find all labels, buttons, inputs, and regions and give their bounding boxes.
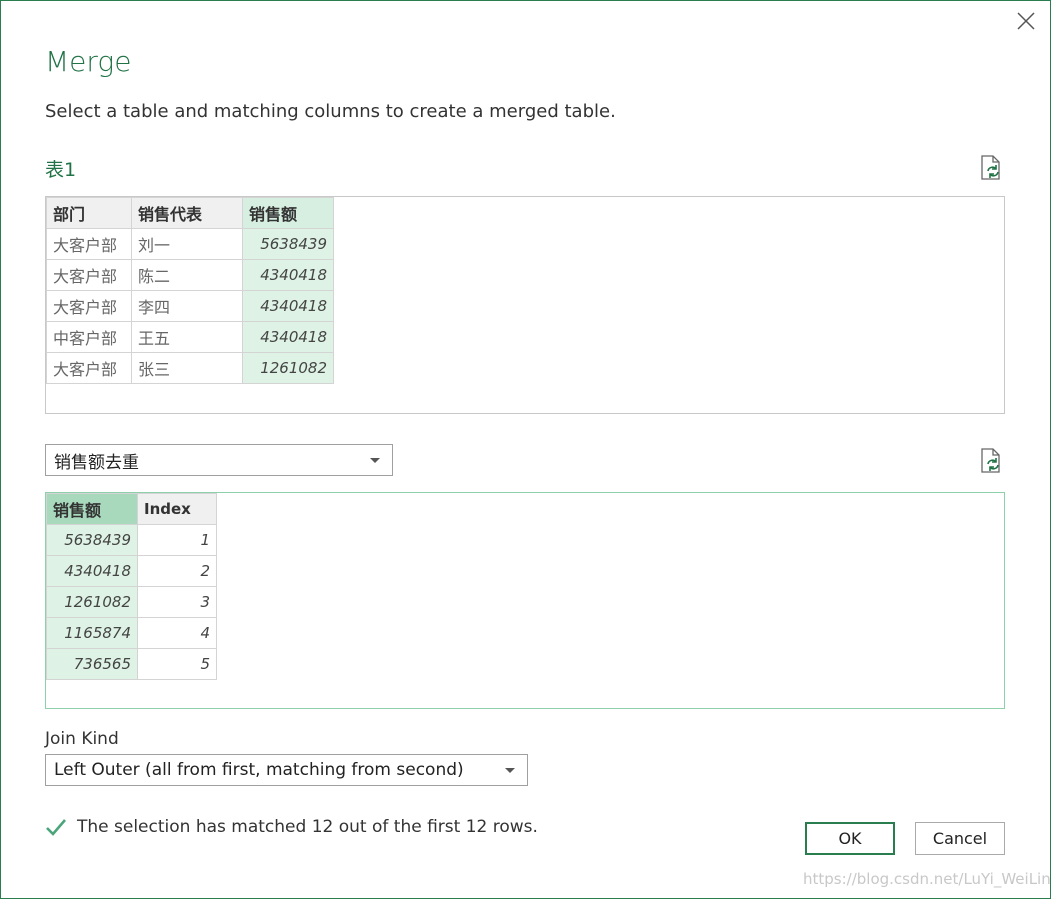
table-cell: 1261082 [242, 352, 334, 384]
table-cell: 大客户部 [46, 290, 132, 322]
column-header-sales-amount[interactable]: 销售额 [46, 493, 138, 525]
table-cell: 1165874 [46, 617, 138, 649]
table-cell: 大客户部 [46, 228, 132, 260]
table-cell: 张三 [131, 352, 243, 384]
table-cell: 4 [137, 617, 217, 649]
refresh-preview-icon[interactable] [979, 155, 1003, 181]
join-kind-select-value: Left Outer (all from first, matching fro… [54, 760, 464, 780]
column-header-department[interactable]: 部门 [46, 197, 132, 229]
table-cell: 736565 [46, 648, 138, 680]
table-cell: 1 [137, 524, 217, 556]
cancel-button[interactable]: Cancel [915, 822, 1005, 855]
table-cell: 陈二 [131, 259, 243, 291]
column-header-sales-rep[interactable]: 销售代表 [131, 197, 243, 229]
table-row: 1165874 4 [46, 617, 217, 649]
table-cell: 刘一 [131, 228, 243, 260]
table-cell: 4340418 [242, 321, 334, 353]
table-row: 中客户部 王五 4340418 [46, 321, 334, 353]
table-cell: 5638439 [242, 228, 334, 260]
dialog-title: Merge [45, 45, 132, 78]
chevron-down-icon [505, 768, 515, 773]
table-cell: 大客户部 [46, 352, 132, 384]
table-row: 5638439 1 [46, 524, 217, 556]
table-row: 1261082 3 [46, 586, 217, 618]
table-cell: 王五 [131, 321, 243, 353]
table-cell: 4340418 [242, 259, 334, 291]
match-status: The selection has matched 12 out of the … [45, 816, 538, 838]
dialog-subtitle: Select a table and matching columns to c… [45, 101, 616, 122]
table-cell: 5 [137, 648, 217, 680]
column-header-index[interactable]: Index [137, 493, 217, 525]
table-row: 大客户部 张三 1261082 [46, 352, 334, 384]
table-cell: 3 [137, 586, 217, 618]
table-cell: 2 [137, 555, 217, 587]
checkmark-icon [46, 819, 66, 836]
ok-button[interactable]: OK [805, 822, 895, 855]
table2-preview: 销售额 Index 5638439 1 4340418 2 1261082 3 … [45, 492, 1005, 709]
watermark: https://blog.csdn.net/LuYi_WeiLin [803, 870, 1051, 888]
table2-header-row: 销售额 Index [46, 493, 217, 525]
second-table-select[interactable]: 销售额去重 [45, 444, 393, 476]
table-cell: 5638439 [46, 524, 138, 556]
second-table-select-value: 销售额去重 [54, 452, 139, 473]
table-cell: 大客户部 [46, 259, 132, 291]
table-row: 736565 5 [46, 648, 217, 680]
table1-header-row: 部门 销售代表 销售额 [46, 197, 334, 229]
table-row: 4340418 2 [46, 555, 217, 587]
refresh-preview-icon[interactable] [979, 448, 1003, 474]
close-icon[interactable] [1013, 8, 1039, 34]
table1-label: 表1 [45, 159, 77, 181]
table-cell: 4340418 [242, 290, 334, 322]
table-row: 大客户部 李四 4340418 [46, 290, 334, 322]
column-header-sales-amount[interactable]: 销售额 [242, 197, 334, 229]
table-cell: 4340418 [46, 555, 138, 587]
table-cell: 中客户部 [46, 321, 132, 353]
join-kind-label: Join Kind [45, 729, 119, 749]
table-row: 大客户部 刘一 5638439 [46, 228, 334, 260]
chevron-down-icon [370, 458, 380, 463]
table-row: 大客户部 陈二 4340418 [46, 259, 334, 291]
table1-preview: 部门 销售代表 销售额 大客户部 刘一 5638439 大客户部 陈二 4340… [45, 196, 1005, 414]
table-cell: 1261082 [46, 586, 138, 618]
match-status-text: The selection has matched 12 out of the … [77, 817, 538, 837]
table-cell: 李四 [131, 290, 243, 322]
join-kind-select[interactable]: Left Outer (all from first, matching fro… [45, 754, 528, 786]
